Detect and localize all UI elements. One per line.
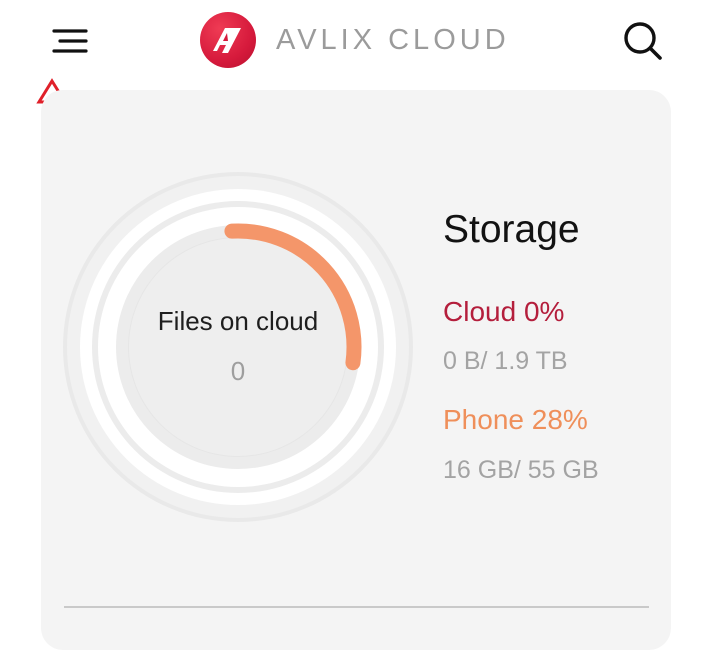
search-icon	[624, 22, 662, 60]
phone-usage: 16 GB/ 55 GB	[443, 456, 599, 484]
brand-logo-icon	[200, 12, 256, 68]
search-button[interactable]	[620, 18, 666, 64]
brand: AVLIX CLOUD	[200, 12, 510, 68]
hamburger-menu-icon	[52, 29, 88, 53]
files-on-cloud-label: Files on cloud	[157, 306, 319, 336]
phone-percentage: Phone 28%	[443, 404, 588, 435]
storage-title: Storage	[443, 208, 580, 251]
menu-button[interactable]	[48, 22, 92, 60]
cloud-usage: 0 B/ 1.9 TB	[443, 347, 568, 375]
cloud-percentage: Cloud 0%	[443, 296, 565, 327]
storage-ring: Files on cloud 0	[63, 172, 413, 522]
card-divider	[64, 606, 649, 608]
brand-name: AVLIX CLOUD	[276, 23, 510, 56]
files-on-cloud-count: 0	[230, 356, 246, 386]
